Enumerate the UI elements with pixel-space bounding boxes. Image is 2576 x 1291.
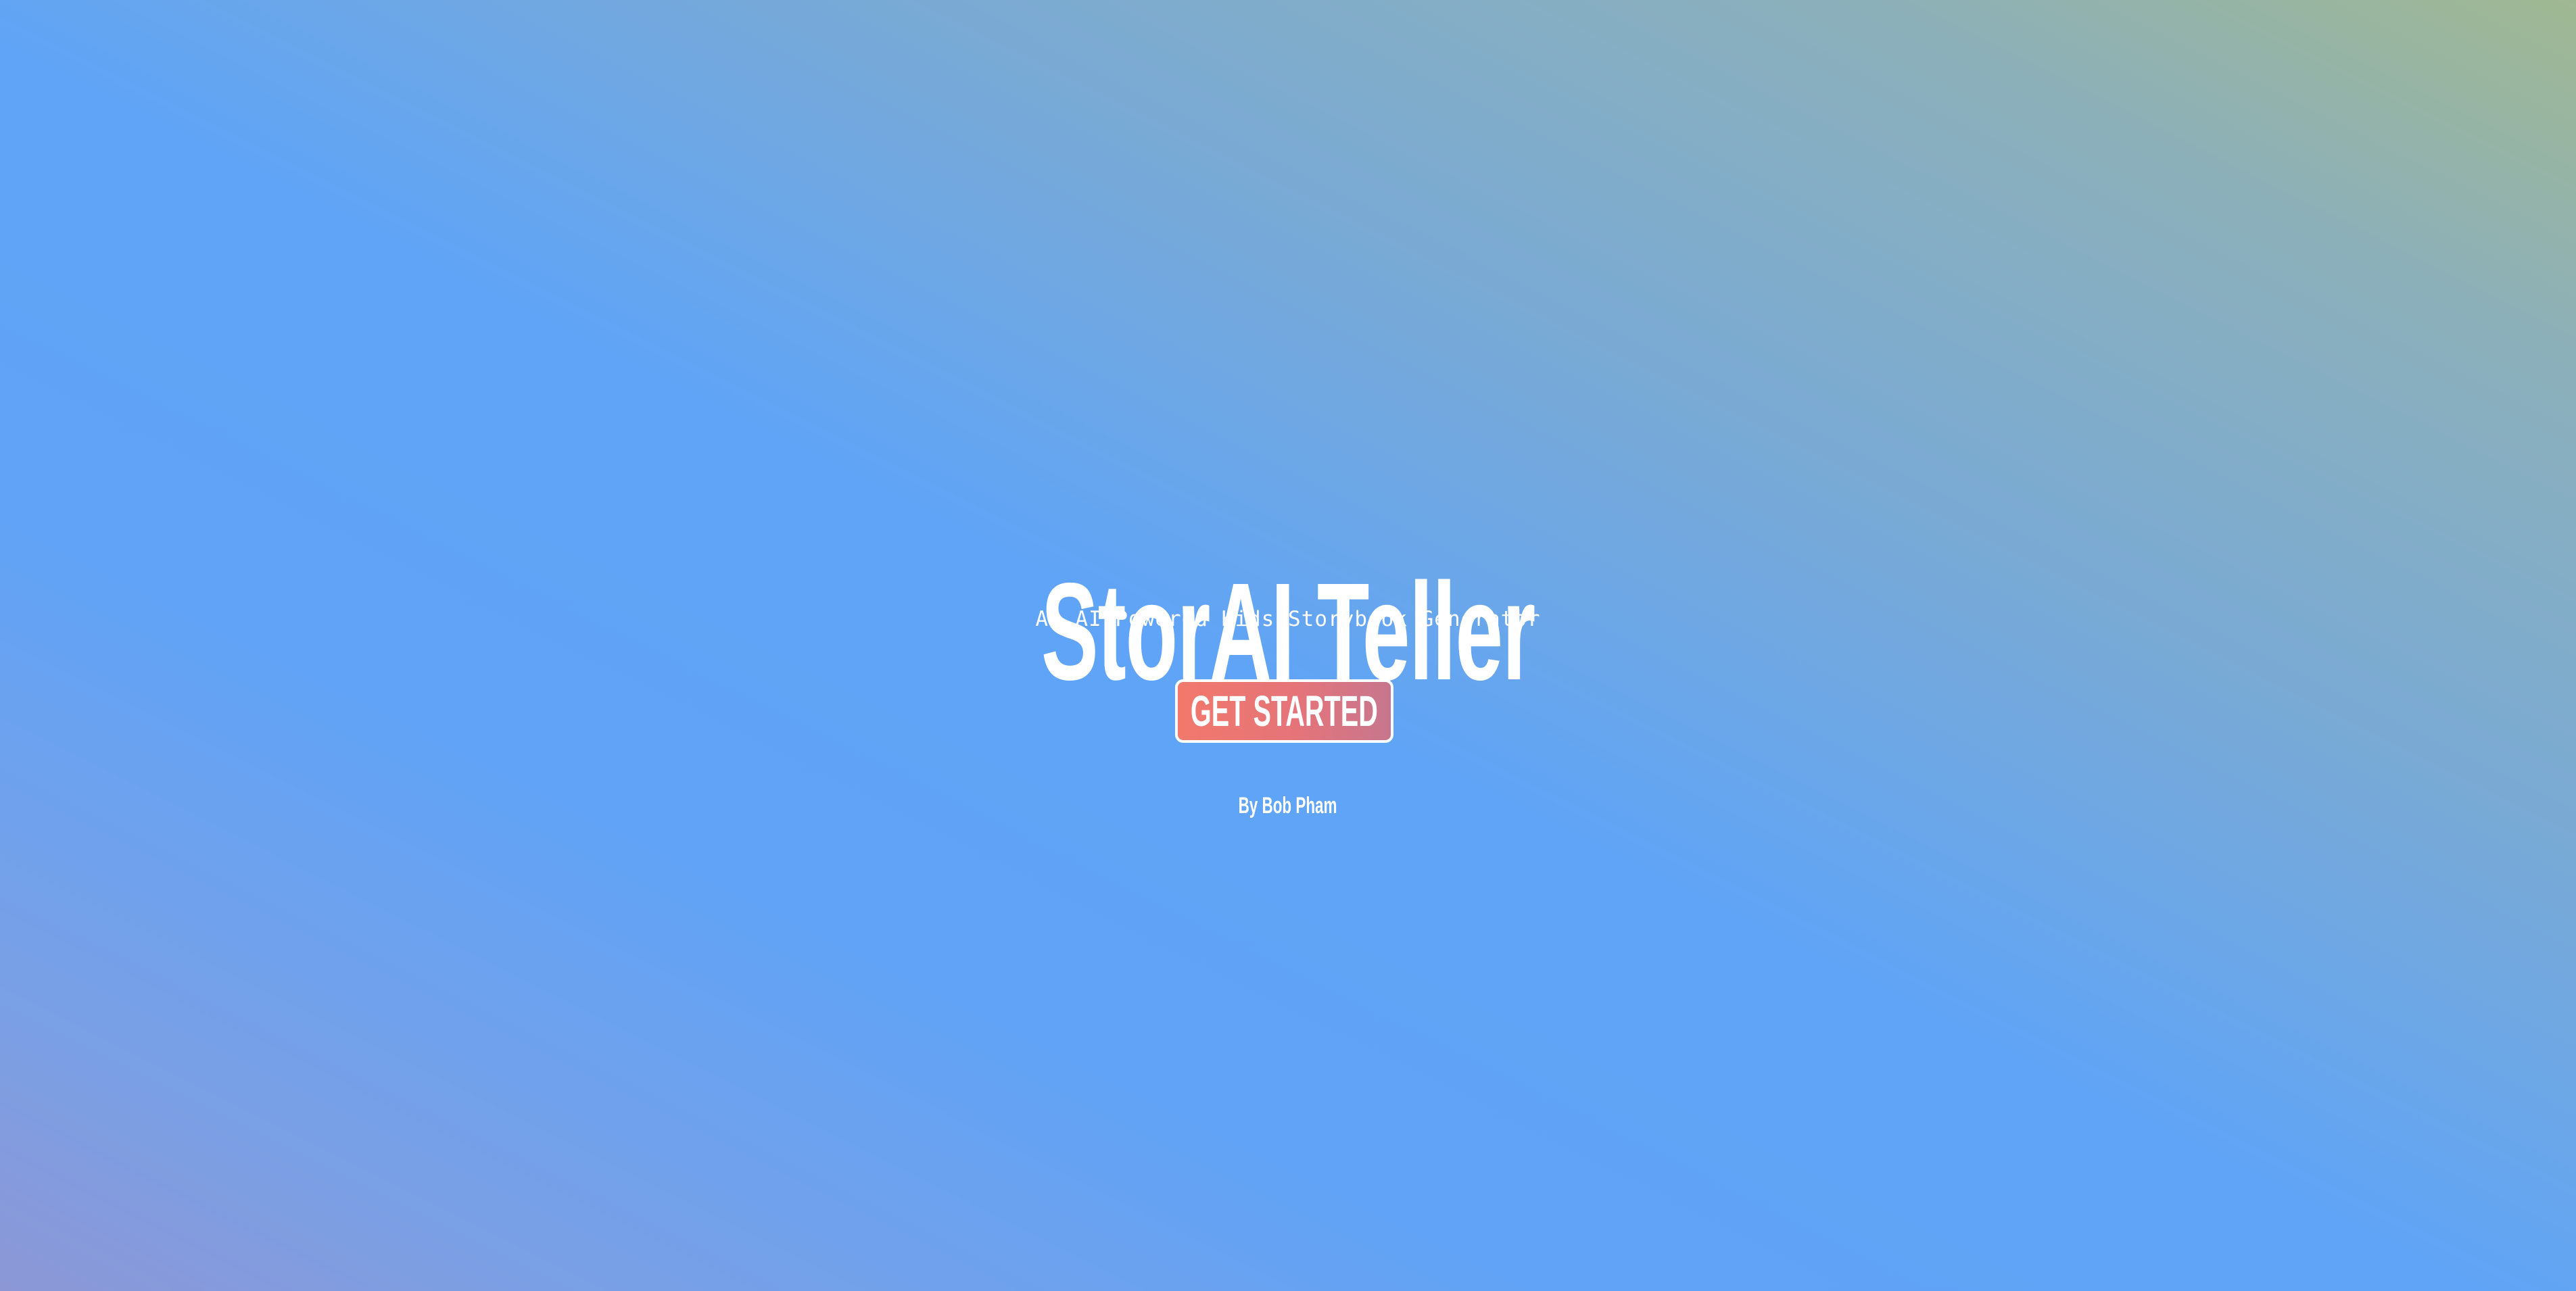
author-byline-text: By Bob Pham <box>1239 793 1337 819</box>
app-subtitle: An AI Powered Kids Storybook Generator <box>1035 607 1541 631</box>
get-started-button[interactable]: GET STARTED <box>1175 679 1393 743</box>
get-started-label: GET STARTED <box>1190 687 1379 735</box>
author-byline: By Bob Pham <box>0 792 2576 819</box>
landing-hero: StorAI Teller An AI Powered Kids Storybo… <box>0 0 2576 1291</box>
